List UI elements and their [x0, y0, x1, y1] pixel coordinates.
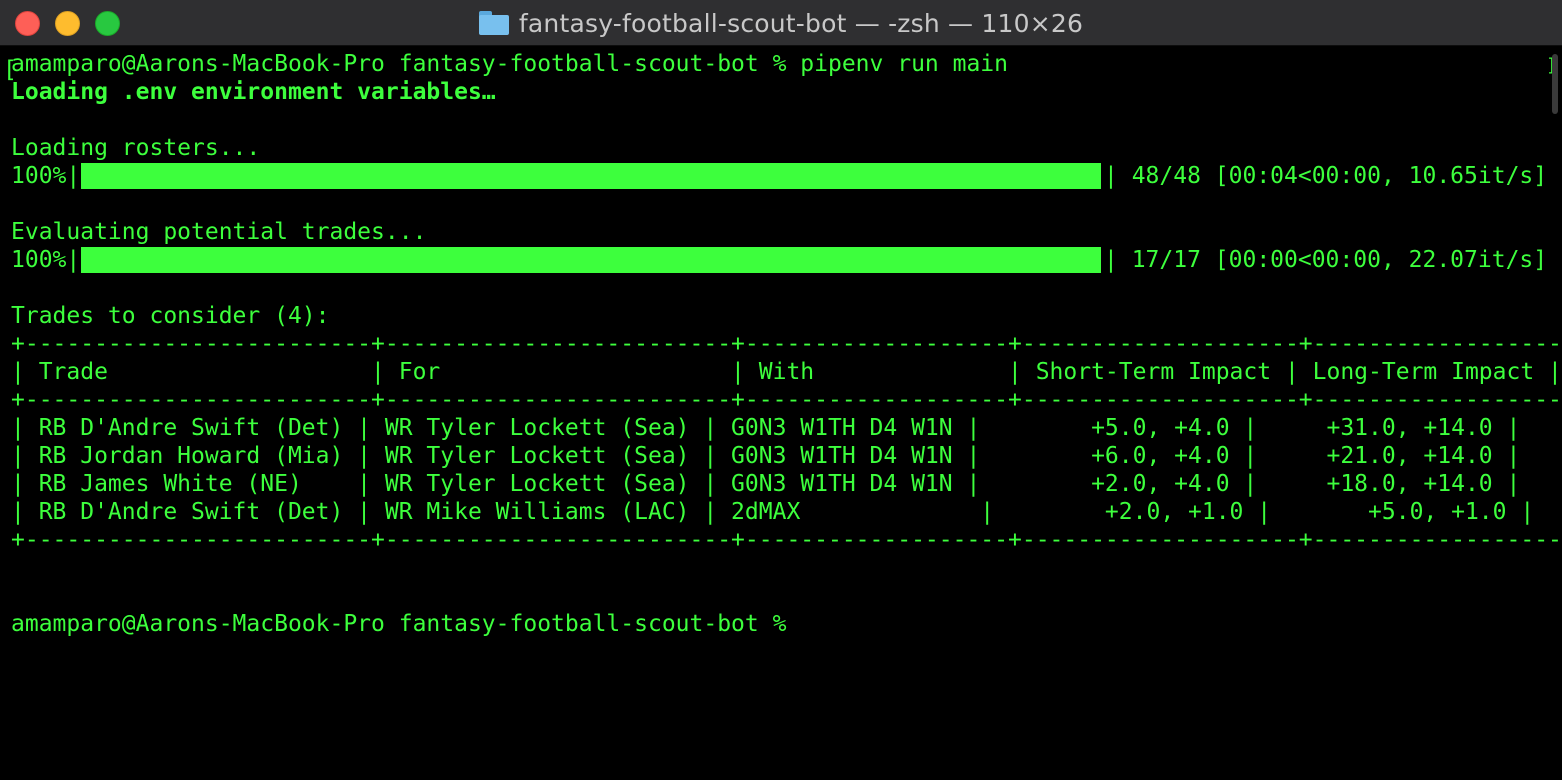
command-line: amamparo@Aarons-MacBook-Pro fantasy-foot…: [11, 51, 1008, 77]
shell-prompt[interactable]: amamparo@Aarons-MacBook-Pro fantasy-foot…: [11, 610, 800, 638]
evaluating-line: Evaluating potential trades...: [11, 219, 427, 245]
table-row: | RB D'Andre Swift (Det) | WR Mike Willi…: [11, 499, 1535, 525]
window-title-group: fantasy-football-scout-bot — -zsh — 110×…: [0, 0, 1562, 46]
progress1-stats: | 48/48 [00:04<00:00, 10.65it/s]: [1104, 163, 1548, 189]
terminal-content[interactable]: [ ] amamparo@Aarons-MacBook-Pro fantasy-…: [0, 46, 1562, 780]
progress1-percent: 100%|: [11, 163, 81, 189]
trades-heading: Trades to consider (4):: [11, 303, 330, 329]
table-row: | RB Jordan Howard (Mia) | WR Tyler Lock…: [11, 443, 1521, 469]
table-border-top: +-------------------------+-------------…: [11, 331, 1562, 357]
progress2-fill: [81, 247, 1101, 273]
progress2-stats: | 17/17 [00:00<00:00, 22.07it/s]: [1104, 247, 1548, 273]
progress1-bar: [81, 163, 1101, 189]
title-bar[interactable]: fantasy-football-scout-bot — -zsh — 110×…: [0, 0, 1562, 46]
env-loading-line: Loading .env environment variables…: [11, 79, 496, 105]
progress1-fill: [81, 163, 1101, 189]
scrollbar[interactable]: [1552, 54, 1558, 114]
table-header: | Trade | For | With | Short-Term Impact…: [11, 359, 1562, 385]
window-title: fantasy-football-scout-bot — -zsh — 110×…: [518, 8, 1084, 38]
folder-icon: [478, 11, 509, 35]
table-row: | RB James White (NE) | WR Tyler Lockett…: [11, 471, 1521, 497]
progress2-percent: 100%|: [11, 247, 81, 273]
progress2-bar: [81, 247, 1101, 273]
table-border-bottom: +-------------------------+-------------…: [11, 527, 1562, 553]
table-border-header: +-------------------------+-------------…: [11, 387, 1562, 413]
table-row: | RB D'Andre Swift (Det) | WR Tyler Lock…: [11, 415, 1521, 441]
terminal-window: fantasy-football-scout-bot — -zsh — 110×…: [0, 0, 1562, 780]
loading-rosters-line: Loading rosters...: [11, 135, 261, 161]
